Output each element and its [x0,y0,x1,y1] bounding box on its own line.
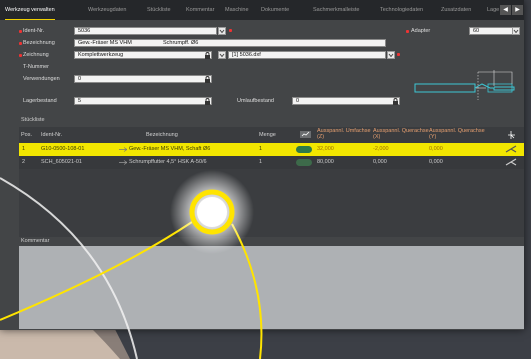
light-beam-overlay [0,170,263,359]
